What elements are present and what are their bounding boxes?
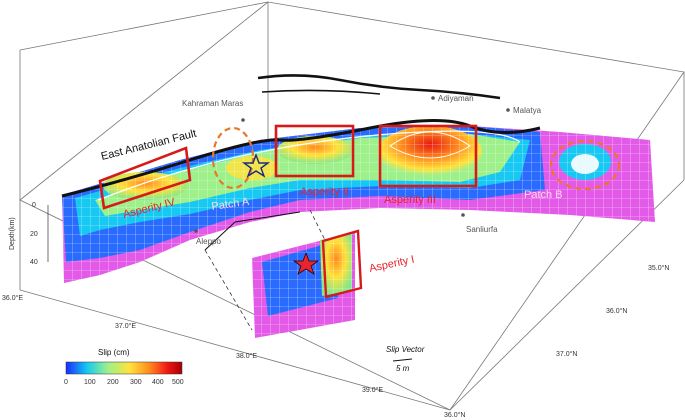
city-label: Malatya (513, 106, 542, 115)
city-dot-sanliurfa (461, 213, 465, 217)
colorbar-tick-label: 0 (64, 379, 68, 386)
depth-tick-label: 0 (32, 202, 36, 209)
colorbar-tick-label: 200 (107, 379, 119, 386)
slip-vector-arrow (392, 358, 413, 362)
colorbar-tick-label: 400 (152, 379, 164, 386)
colorbar-tick-label: 100 (84, 379, 96, 386)
longitude-tick-label: 37.0°E (115, 322, 136, 330)
city-dot-malatya (506, 108, 510, 112)
depth-tick-label: 20 (30, 231, 38, 238)
city-label: Kahraman Maras (182, 99, 243, 108)
asperity-label: Asperity III (384, 194, 436, 206)
longitude-tick-label: 39.0°E (362, 386, 383, 394)
box-edge-back-left (19, 1, 269, 51)
latitude-tick-label: 36.0°N (444, 411, 465, 419)
colorbar-title: Slip (cm) (98, 348, 130, 357)
latitude-tick-label: 35.0°N (648, 264, 669, 272)
depth-axis: 0 20 40 Depth(km) (9, 202, 49, 266)
city-label: Adiyaman (438, 94, 474, 103)
city-dot-aleppo (194, 229, 198, 233)
longitude-tick-label: 36.0°E (2, 294, 23, 302)
figure-canvas: Kahraman Maras Adiyaman Malatya Sanliurf… (2, 1, 685, 419)
asperity-label: Asperity I (368, 254, 415, 275)
colorbar-tick-label: 300 (130, 379, 142, 386)
depth-tick-label: 40 (30, 259, 38, 266)
patch-label: Patch B (524, 189, 563, 201)
northern-fault-trace-2 (261, 89, 381, 95)
slip-vector-title: Slip Vector (386, 345, 425, 354)
longitude-tick-label: 38.0°E (236, 352, 257, 360)
colorbar-tick-label: 500 (172, 379, 184, 386)
inset-connector-left (204, 249, 253, 331)
city-dot-adiyaman (431, 96, 435, 100)
inset-fault-segment (204, 209, 356, 338)
colorbar-bar (65, 361, 183, 375)
fault-name-label: East Anatolian Fault (100, 128, 198, 163)
colorbar: Slip (cm) 0 100 200 300 400 500 (64, 348, 184, 386)
slip-vector-scale-label: 5 m (396, 364, 410, 373)
depth-axis-title: Depth(km) (9, 217, 16, 250)
slip-vector-scale: Slip Vector 5 m (386, 345, 425, 373)
slip-model-figure: Kahraman Maras Adiyaman Malatya Sanliurf… (0, 0, 685, 420)
city-label: Sanliurfa (466, 225, 498, 234)
inset-surface-grid (252, 232, 355, 338)
city-label: Aleppo (196, 237, 221, 246)
latitude-tick-label: 36.0°N (606, 307, 627, 315)
city-dot-kahraman-maras (241, 118, 245, 122)
asperity-label: Asperity II (300, 186, 349, 198)
latitude-tick-label: 37.0°N (556, 350, 577, 358)
